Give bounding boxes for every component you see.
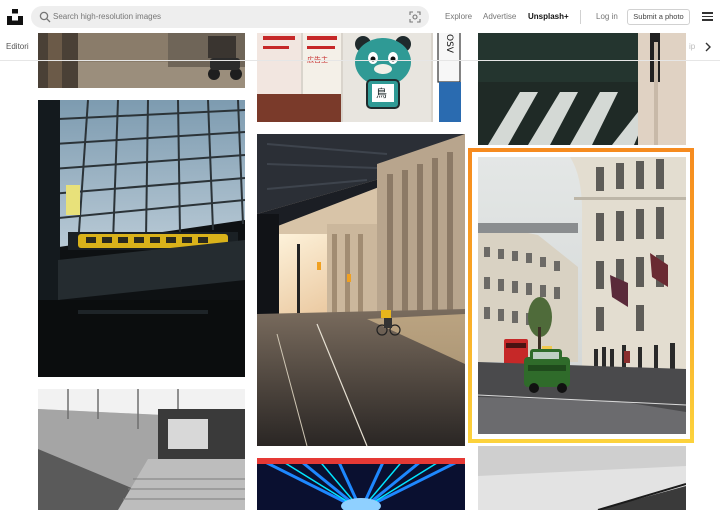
bear-sign-text: 鳥 — [376, 86, 387, 100]
tab-partial-right[interactable]: ip — [689, 42, 696, 52]
top-nav-bar: Search high-resolution images Explore Ad… — [0, 0, 720, 33]
visual-search-icon[interactable] — [409, 11, 421, 23]
photo-glass-roof-train[interactable] — [38, 100, 245, 377]
nav-divider — [580, 10, 581, 24]
search-icon — [39, 11, 51, 23]
nav-explore-link[interactable]: Explore — [445, 12, 472, 22]
submit-photo-button[interactable]: Submit a photo — [627, 9, 690, 25]
nav-advertise-link[interactable]: Advertise — [483, 12, 516, 22]
photo-bw-escalator[interactable] — [38, 389, 245, 510]
hamburger-menu-icon[interactable] — [702, 12, 713, 21]
tab-editorial[interactable]: Editori — [6, 42, 32, 52]
search-bar[interactable]: Search high-resolution images — [31, 6, 429, 28]
photo-neon-tunnel[interactable] — [257, 458, 465, 510]
photo-bw-sky[interactable] — [478, 446, 686, 510]
photo-london-street-green-taxi[interactable] — [478, 157, 686, 434]
photo-sunlit-street-bridge[interactable] — [257, 134, 465, 446]
topic-tabs-bar: Editori ip — [0, 33, 720, 61]
chevron-right-icon[interactable] — [704, 42, 712, 52]
login-link[interactable]: Log in — [596, 12, 618, 22]
unsplash-logo[interactable] — [7, 9, 23, 25]
nav-unsplash-plus-link[interactable]: Unsplash+ — [528, 12, 569, 22]
search-input[interactable]: Search high-resolution images — [53, 11, 161, 23]
